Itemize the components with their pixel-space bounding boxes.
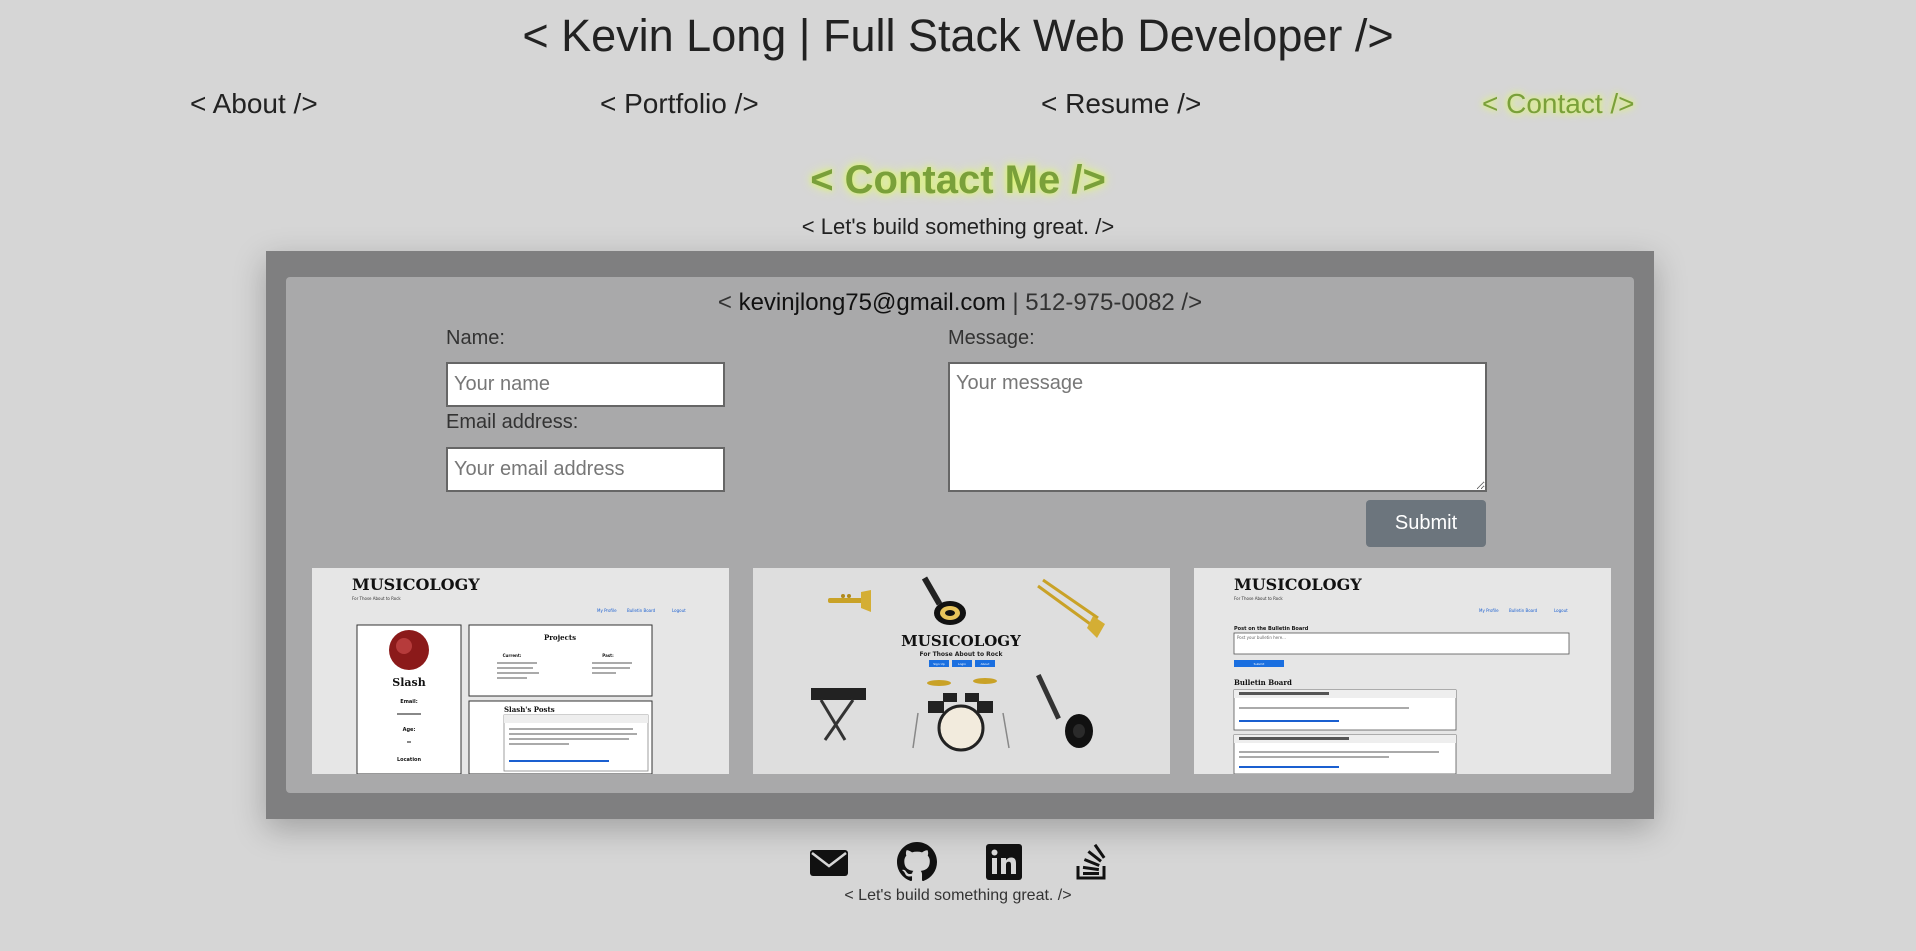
- thumb3-post-button: Submit: [1254, 662, 1265, 666]
- contact-section-subtitle: < Let's build something great. />: [801, 214, 1115, 239]
- thumb3-nav-profile: My Profile: [1479, 608, 1499, 613]
- thumb1-age-field: Age:: [403, 727, 416, 733]
- thumb2-tagline: For Those About to Rock: [920, 651, 1004, 658]
- thumb2-brand: MUSICOLOGY: [901, 632, 1021, 650]
- thumb1-location-field: Location: [397, 757, 421, 763]
- stackoverflow-icon[interactable]: [1072, 842, 1112, 882]
- thumb3-tagline: For Those About to Rock: [1234, 596, 1283, 601]
- email-input[interactable]: [446, 447, 725, 492]
- thumb2-btn-signup: Sign Up: [933, 662, 945, 666]
- nav-resume[interactable]: < Resume />: [1041, 88, 1201, 120]
- thumb3-post-placeholder: Post your bulletin here...: [1237, 635, 1286, 640]
- nav-about[interactable]: < About />: [190, 88, 318, 120]
- contact-card: < kevinjlong75@gmail.com | 512-975-0082 …: [286, 277, 1634, 793]
- thumb1-nav-board: Bulletin Board: [627, 608, 656, 613]
- footer-social-links: [0, 842, 1916, 882]
- name-input[interactable]: [446, 362, 725, 407]
- thumb1-nav-logout: Logout: [672, 608, 686, 613]
- thumb1-projects-title: Projects: [544, 633, 576, 642]
- landing-screenshot-image: MUSICOLOGY For Those About to Rock Sign …: [753, 568, 1170, 774]
- contact-line-suffix: />: [1174, 289, 1203, 316]
- github-icon[interactable]: [897, 842, 937, 882]
- thumb1-nav-profile: My Profile: [597, 608, 617, 613]
- contact-outer-panel: < kevinjlong75@gmail.com | 512-975-0082 …: [266, 251, 1654, 819]
- thumb3-nav-board: Bulletin Board: [1509, 608, 1538, 613]
- thumb3-post-title: Post on the Bulletin Board: [1234, 626, 1309, 632]
- email-label: Email address:: [446, 411, 579, 433]
- thumb3-nav-logout: Logout: [1554, 608, 1568, 613]
- thumb3-brand: MUSICOLOGY: [1234, 575, 1362, 594]
- project-screenshot-bulletin[interactable]: MUSICOLOGY For Those About to Rock My Pr…: [1194, 568, 1611, 774]
- contact-phone[interactable]: 512-975-0082: [1025, 289, 1174, 316]
- thumb3-board-title: Bulletin Board: [1234, 678, 1292, 687]
- name-label: Name:: [446, 327, 505, 349]
- thumb1-email-field: Email:: [400, 699, 417, 705]
- contact-line-prefix: <: [717, 289, 739, 316]
- footer-tagline: < Let's build something great. />: [844, 887, 1072, 904]
- submit-button[interactable]: Submit: [1366, 500, 1486, 547]
- thumb1-posts-title: Slash's Posts: [504, 705, 555, 714]
- thumb1-brand: MUSICOLOGY: [352, 575, 480, 594]
- thumb2-btn-about: About: [981, 662, 991, 666]
- bulletin-screenshot-image: MUSICOLOGY For Those About to Rock My Pr…: [1194, 568, 1611, 774]
- contact-separator: |: [1005, 289, 1026, 316]
- thumb1-tagline: For Those About to Rock: [352, 596, 401, 601]
- project-screenshot-landing[interactable]: MUSICOLOGY For Those About to Rock Sign …: [753, 568, 1170, 774]
- nav-contact[interactable]: < Contact />: [1482, 88, 1635, 120]
- project-screenshot-profile[interactable]: MUSICOLOGY For Those About to Rock My Pr…: [312, 568, 729, 774]
- contact-section-title: < Contact Me />: [810, 158, 1106, 202]
- main-nav: < About /> < Portfolio /> < Resume /> < …: [0, 88, 1916, 128]
- thumb1-current-label: Current:: [503, 653, 522, 658]
- contact-info-line: < kevinjlong75@gmail.com | 512-975-0082 …: [286, 289, 1634, 317]
- contact-email[interactable]: kevinjlong75@gmail.com: [739, 289, 1006, 316]
- profile-screenshot-image: MUSICOLOGY For Those About to Rock My Pr…: [312, 568, 729, 774]
- thumb2-btn-login: Login: [958, 662, 966, 666]
- site-title: < Kevin Long | Full Stack Web Developer …: [522, 10, 1394, 61]
- message-textarea[interactable]: [948, 362, 1487, 492]
- envelope-icon[interactable]: [809, 842, 849, 882]
- linkedin-icon[interactable]: [984, 842, 1024, 882]
- nav-portfolio[interactable]: < Portfolio />: [600, 88, 759, 120]
- message-label: Message:: [948, 327, 1035, 349]
- thumb1-profile-name: Slash: [392, 676, 425, 689]
- thumb1-past-label: Past:: [602, 653, 614, 658]
